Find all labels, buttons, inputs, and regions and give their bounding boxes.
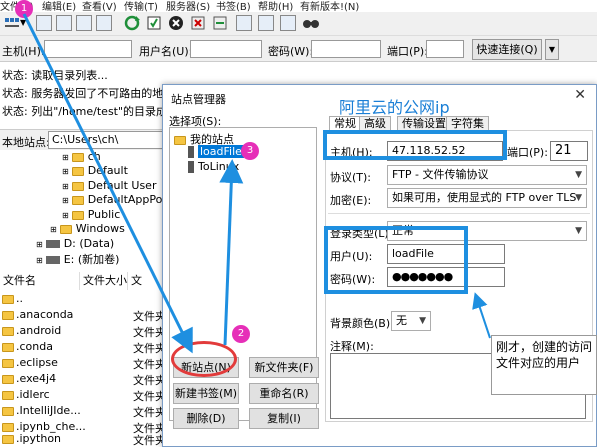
arrow-to-new-site: [22, 13, 193, 354]
arrow-to-loadfile: [219, 159, 244, 346]
annotation-arrows: [22, 13, 491, 354]
arrow-to-credentials: [472, 292, 491, 339]
